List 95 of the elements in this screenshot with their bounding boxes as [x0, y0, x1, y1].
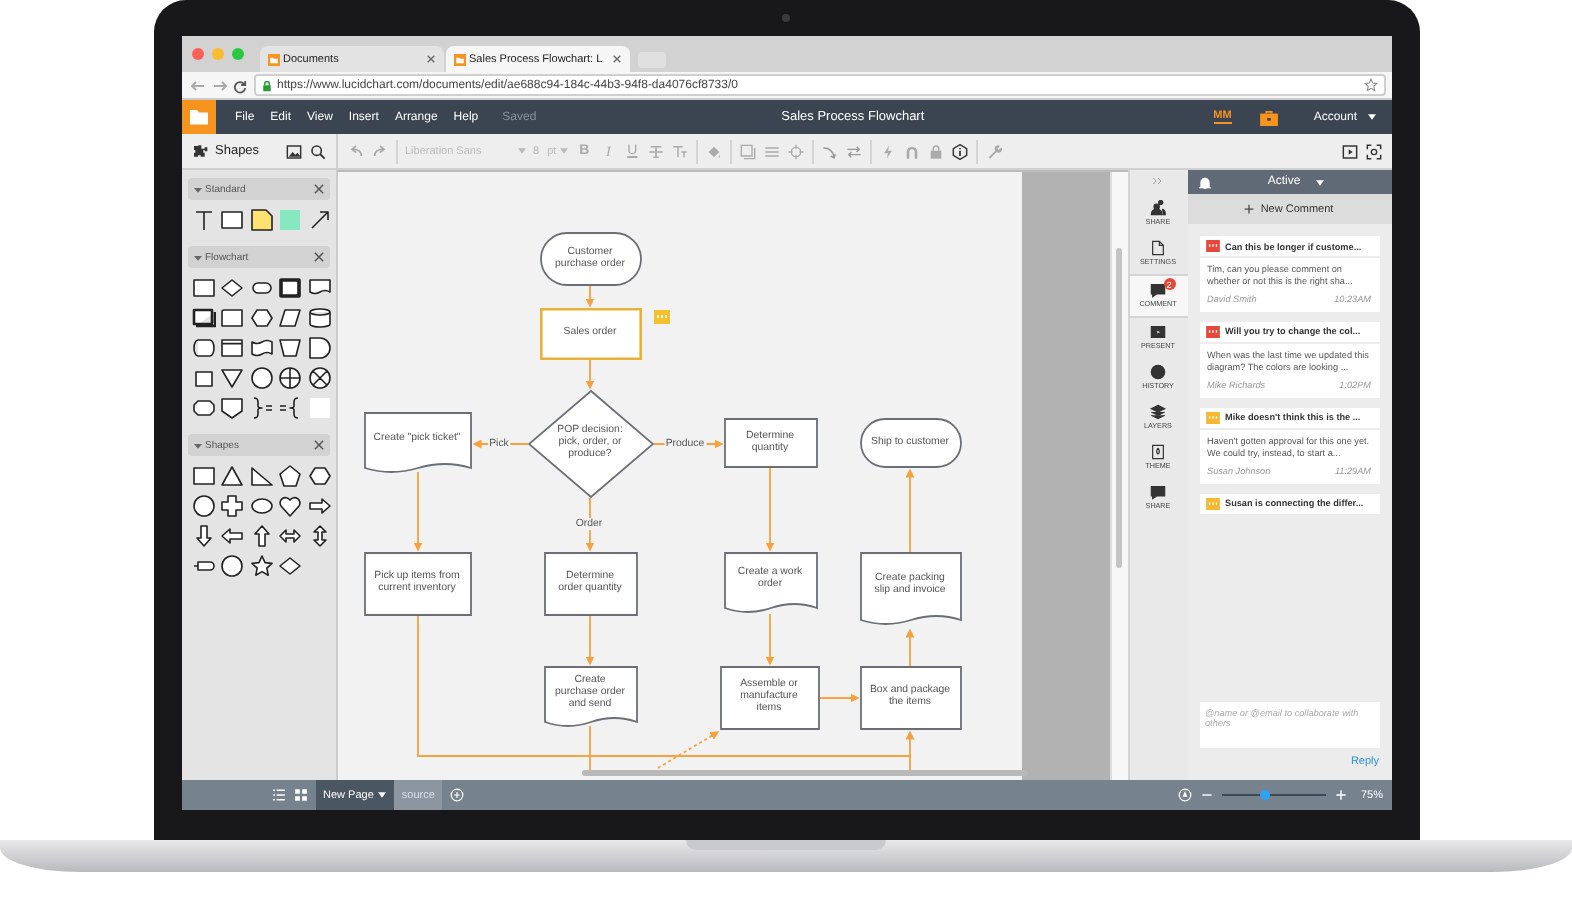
double-arrow-icon[interactable] [278, 524, 302, 548]
cross-shape-icon[interactable] [220, 494, 244, 518]
comment-icon [1150, 282, 1166, 298]
triangle-shape-icon[interactable] [220, 366, 244, 390]
folder-icon [453, 53, 465, 65]
circle-cross-icon[interactable] [307, 366, 331, 390]
rectangle-shape-icon[interactable] [220, 306, 244, 330]
heart-shape-icon[interactable] [278, 494, 302, 518]
octagon-shape-icon[interactable] [191, 396, 215, 420]
comment-marker-icon[interactable] [653, 310, 669, 324]
plus-icon [1244, 204, 1255, 214]
navigation-arrows-icon[interactable] [187, 77, 247, 93]
triangle-shape-icon[interactable] [220, 464, 244, 488]
fullscreen-icon[interactable] [1365, 143, 1381, 159]
caret-icon [1367, 114, 1375, 120]
page-icon [1150, 240, 1166, 256]
rectangle-shape-icon[interactable] [191, 366, 215, 390]
close-icon[interactable] [611, 54, 621, 64]
lock-icon [261, 79, 271, 91]
speech-bubble-icon [1150, 484, 1166, 500]
comment-marker-icon [1205, 411, 1219, 424]
terminal-shape-icon[interactable] [249, 276, 273, 300]
caret-icon [377, 792, 386, 798]
rectangle-shape-icon[interactable] [278, 276, 302, 300]
zoom-in-icon[interactable] [1334, 788, 1349, 802]
present-icon [1150, 324, 1166, 340]
close-icon[interactable] [313, 252, 323, 262]
rectangle-shape-icon[interactable] [191, 464, 215, 488]
close-icon[interactable] [313, 440, 323, 450]
info-icon[interactable] [952, 143, 969, 159]
circle-shape-icon[interactable] [191, 494, 215, 518]
down-arrow-icon[interactable] [191, 524, 215, 548]
document-shape-icon[interactable] [307, 276, 331, 300]
folder-logo-icon[interactable] [181, 100, 215, 134]
circle-shape-icon[interactable] [220, 554, 244, 578]
shield-shape-icon[interactable] [220, 396, 244, 420]
cylinder-shape-icon[interactable] [307, 306, 331, 330]
camera-icon [781, 14, 789, 22]
parallelogram-shape-icon[interactable] [278, 306, 302, 330]
trapezoid-shape-icon[interactable] [278, 336, 302, 360]
zoom-out-icon[interactable] [1200, 788, 1215, 802]
star-shape-icon[interactable] [249, 554, 273, 578]
text-tool-icon[interactable] [191, 208, 215, 232]
scrollbar-thumb[interactable] [581, 770, 1027, 776]
drum-shape-icon[interactable] [191, 336, 215, 360]
right-arrow-icon[interactable] [307, 494, 331, 518]
bookmark-star-icon[interactable] [1363, 78, 1377, 92]
rectangle-shape-icon[interactable] [220, 336, 244, 360]
grid-view-icon[interactable] [293, 788, 307, 802]
comment-marker-icon [1205, 497, 1219, 510]
circle-shape-icon[interactable] [249, 366, 273, 390]
list-view-icon[interactable] [271, 788, 285, 802]
wave-shape-icon[interactable] [249, 336, 273, 360]
caret-icon [560, 148, 569, 154]
close-icon[interactable] [313, 184, 323, 194]
comment-marker-icon [1205, 240, 1219, 252]
caret-icon [1316, 179, 1325, 185]
rectangle-shape-icon[interactable] [191, 306, 215, 330]
present-icon[interactable] [1341, 143, 1357, 159]
layers-icon [1150, 404, 1166, 420]
pentagon-shape-icon[interactable] [278, 464, 302, 488]
delay-shape-icon[interactable] [307, 336, 331, 360]
right-triangle-icon[interactable] [249, 464, 273, 488]
folder-icon [267, 53, 279, 65]
bell-icon[interactable] [1197, 175, 1211, 189]
close-icon[interactable] [425, 54, 435, 64]
compass-icon[interactable] [1178, 788, 1193, 802]
connector-arrow[interactable] [818, 693, 859, 703]
connector-arrow[interactable] [904, 628, 914, 667]
ellipse-shape-icon[interactable] [249, 494, 273, 518]
comment-marker-icon [1205, 325, 1219, 338]
rectangle-shape-icon[interactable] [220, 208, 244, 232]
rectangle-shape-icon[interactable] [191, 276, 215, 300]
brace-shape-icon[interactable] [278, 396, 302, 420]
puzzle-icon[interactable] [191, 143, 207, 159]
hexagon-shape-icon[interactable] [307, 464, 331, 488]
caret-icon [517, 148, 525, 154]
connector-arrow[interactable] [584, 285, 594, 308]
search-icon[interactable] [309, 143, 325, 159]
diamond-shape-icon[interactable] [220, 276, 244, 300]
note-shape-icon[interactable] [249, 208, 273, 232]
add-page-icon[interactable] [450, 788, 465, 802]
circle-plus-icon[interactable] [278, 366, 302, 390]
double-arrow-icon[interactable] [307, 524, 331, 548]
hexagon-shape-icon[interactable] [249, 306, 273, 330]
left-arrow-icon[interactable] [220, 524, 244, 548]
slider-thumb[interactable] [1259, 790, 1270, 800]
people-icon [1150, 200, 1166, 216]
brace-shape-icon[interactable] [249, 396, 273, 420]
diamond-shape-icon[interactable] [278, 554, 302, 578]
briefcase-icon[interactable] [1259, 109, 1278, 125]
image-icon[interactable] [285, 143, 301, 159]
arrow-line-icon[interactable] [307, 208, 331, 232]
up-arrow-icon[interactable] [249, 524, 273, 548]
theme-icon [1150, 444, 1166, 460]
